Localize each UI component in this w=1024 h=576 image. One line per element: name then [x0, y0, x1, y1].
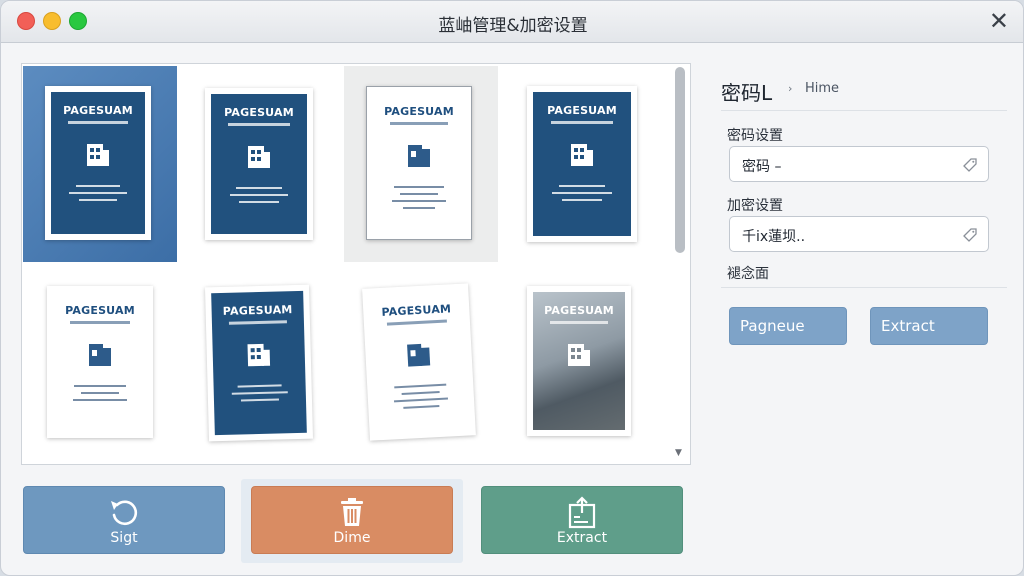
- scroll-down-arrow-icon[interactable]: ▼: [675, 448, 682, 458]
- sight-button[interactable]: Sigt: [23, 486, 225, 554]
- password-field[interactable]: 密码 –: [729, 146, 989, 182]
- document-thumbnail[interactable]: PAGESUAM: [205, 88, 313, 240]
- document-title: PAGESUAM: [63, 104, 133, 117]
- pagneue-button[interactable]: Pagneue: [729, 307, 847, 345]
- document-title: PAGESUAM: [224, 106, 294, 119]
- document-title: PAGESUAM: [381, 302, 452, 319]
- document-thumbnail[interactable]: PAGESUAM: [362, 283, 476, 441]
- document-thumbnail[interactable]: PAGESUAM: [45, 86, 151, 240]
- building-icon: [89, 344, 111, 366]
- extract-label: Extract: [556, 530, 608, 546]
- dime-label: Dime: [333, 530, 371, 546]
- building-icon: [87, 144, 109, 166]
- sight-label: Sigt: [110, 530, 138, 546]
- building-icon: [571, 144, 593, 166]
- encryption-value: 千ix蓮坝..: [742, 229, 806, 245]
- undo-icon: [111, 500, 138, 526]
- scrollbar-thumb[interactable]: [675, 67, 685, 253]
- document-title: PAGESUAM: [544, 304, 614, 317]
- building-icon: [568, 344, 590, 366]
- breadcrumb-main: 密码L: [721, 81, 773, 105]
- extract-button[interactable]: Extract: [481, 486, 683, 554]
- document-thumbnail[interactable]: PAGESUAM: [527, 86, 637, 242]
- thumbnail-cell[interactable]: PAGESUAM: [23, 270, 177, 466]
- tag-icon[interactable]: [962, 157, 978, 173]
- building-icon: [248, 146, 270, 168]
- document-thumbnail[interactable]: PAGESUAM: [366, 86, 472, 240]
- building-icon: [408, 145, 430, 167]
- chevron-right-icon: ›: [788, 82, 793, 95]
- password-value: 密码 –: [742, 159, 782, 175]
- export-icon: [568, 496, 596, 529]
- app-window: 蓝岫管理&加密设置 ✕ PAGESUAM PAGESUAM PAGESUAM P…: [0, 0, 1024, 576]
- document-title: PAGESUAM: [384, 105, 454, 118]
- thumbnail-cell[interactable]: PAGESUAM: [344, 270, 498, 466]
- tag-icon[interactable]: [962, 227, 978, 243]
- note-label: 褪念面: [727, 266, 769, 282]
- thumbnail-cell[interactable]: PAGESUAM: [23, 66, 177, 262]
- document-thumbnail[interactable]: PAGESUAM: [47, 286, 153, 438]
- document-title: PAGESUAM: [65, 304, 135, 317]
- thumbnail-cell[interactable]: PAGESUAM: [189, 66, 343, 262]
- document-grid: PAGESUAM PAGESUAM PAGESUAM PAGESUAM PAGE…: [21, 63, 691, 465]
- thumbnail-cell[interactable]: PAGESUAM: [511, 270, 665, 466]
- window-title: 蓝岫管理&加密设置: [438, 16, 588, 36]
- title-bar: 蓝岫管理&加密设置 ✕: [1, 1, 1023, 43]
- thumbnail-cell[interactable]: PAGESUAM: [511, 66, 665, 262]
- encryption-field[interactable]: 千ix蓮坝..: [729, 216, 989, 252]
- extract-side-button[interactable]: Extract: [870, 307, 988, 345]
- document-title: PAGESUAM: [222, 303, 293, 318]
- document-thumbnail[interactable]: PAGESUAM: [205, 284, 313, 442]
- trash-icon: [341, 498, 363, 526]
- thumbnail-cell[interactable]: PAGESUAM: [189, 270, 343, 466]
- document-title: PAGESUAM: [547, 104, 617, 117]
- divider: [721, 110, 1007, 111]
- close-icon[interactable]: ✕: [989, 9, 1009, 33]
- breadcrumb-sub[interactable]: Hime: [805, 81, 839, 96]
- building-icon: [407, 343, 431, 367]
- building-icon: [247, 343, 271, 367]
- dime-button[interactable]: Dime: [251, 486, 453, 554]
- document-thumbnail[interactable]: PAGESUAM: [527, 286, 631, 436]
- password-label: 密码设置: [727, 128, 783, 144]
- encryption-label: 加密设置: [727, 198, 783, 214]
- thumbnail-cell[interactable]: PAGESUAM: [344, 66, 498, 262]
- divider: [721, 287, 1007, 288]
